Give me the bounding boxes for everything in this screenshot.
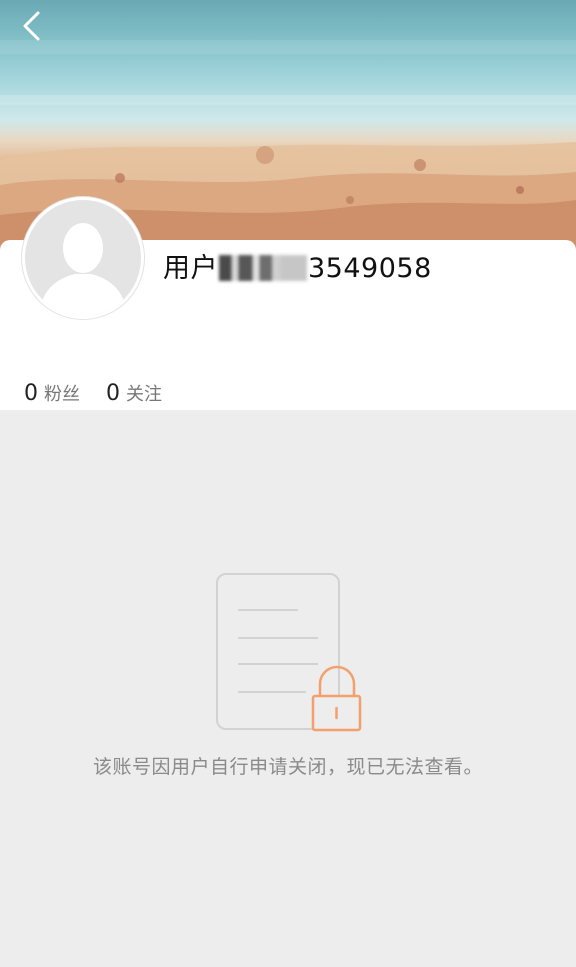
profile-screen: 用户 3549058 0 粉丝 0 关注 该账号因用户自行申请关闭，现已无法查看。	[0, 0, 576, 967]
followers-count: 0	[24, 381, 38, 406]
followers-label: 粉丝	[44, 384, 80, 405]
username-redacted	[219, 255, 307, 281]
following-count: 0	[106, 381, 120, 406]
username-prefix: 用户	[163, 253, 218, 284]
stats-bar: 0 粉丝 0 关注	[24, 380, 188, 406]
following-label: 关注	[126, 384, 162, 405]
username: 用户 3549058	[163, 246, 432, 285]
followers-stat[interactable]: 0 粉丝	[24, 380, 80, 406]
back-button[interactable]	[14, 6, 54, 46]
default-avatar-icon	[25, 200, 141, 316]
locked-document-icon	[214, 572, 364, 741]
following-stat[interactable]: 0 关注	[106, 380, 162, 406]
chevron-left-icon	[23, 11, 40, 41]
username-suffix: 3549058	[308, 253, 432, 284]
avatar[interactable]	[22, 197, 144, 319]
account-closed-message: 该账号因用户自行申请关闭，现已无法查看。	[92, 756, 483, 778]
